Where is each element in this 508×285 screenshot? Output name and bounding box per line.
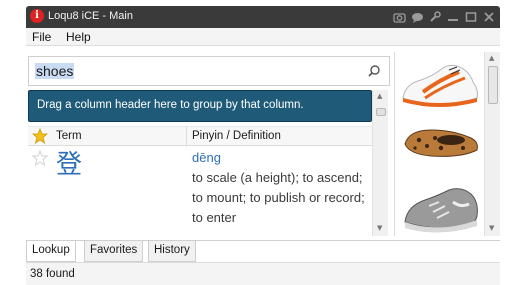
column-divider[interactable] (186, 127, 187, 147)
favorite-star-icon[interactable] (32, 150, 48, 166)
star-icon[interactable] (32, 128, 48, 144)
chat-icon[interactable] (410, 10, 424, 24)
column-header-row: Term Pinyin / Definition (28, 126, 372, 147)
title-bar: i Loqu8 iCE - Main (26, 6, 500, 28)
tab-favorites[interactable]: Favorites (84, 241, 144, 262)
lookup-pane: shoes Drag a column header here to group… (26, 52, 390, 236)
scroll-thumb[interactable] (488, 66, 498, 104)
image-scrollbar[interactable]: ▲ ▼ (484, 52, 500, 236)
scroll-thumb[interactable] (376, 108, 386, 116)
status-bar: 38 found (26, 262, 500, 285)
maximize-icon[interactable] (464, 10, 478, 24)
scroll-up-icon[interactable]: ▲ (377, 92, 382, 100)
window-title: Loqu8 iCE - Main (48, 10, 133, 22)
image-pane: ▲ ▼ (394, 52, 500, 236)
tab-lookup[interactable]: Lookup (26, 241, 76, 262)
bottom-tabs: Lookup Favorites History (26, 240, 500, 262)
menu-help[interactable]: Help (66, 30, 91, 44)
table-row[interactable]: 登 dēng to scale (a height); to ascend; t… (28, 148, 372, 236)
column-pinyin-definition[interactable]: Pinyin / Definition (192, 130, 281, 142)
camera-icon[interactable] (392, 10, 406, 24)
minimize-icon[interactable] (446, 10, 460, 24)
menu-bar: File Help (26, 28, 500, 46)
scroll-down-icon[interactable]: ▼ (377, 224, 382, 232)
close-icon[interactable] (482, 10, 496, 24)
column-term[interactable]: Term (56, 130, 82, 142)
scroll-down-icon[interactable]: ▼ (489, 224, 494, 232)
app-logo-icon: i (30, 9, 44, 23)
tab-history[interactable]: History (148, 241, 196, 262)
group-by-panel[interactable]: Drag a column header here to group by th… (28, 90, 372, 122)
definition-text: to scale (a height); to ascend; to mount… (192, 170, 365, 225)
term-text: 登 (56, 150, 83, 180)
window-controls (392, 9, 496, 25)
wrench-icon[interactable] (428, 10, 442, 24)
results-scrollbar[interactable]: ▲ ▼ (372, 90, 388, 236)
search-icon[interactable] (367, 64, 381, 78)
shoe-image-leopard-flat[interactable] (401, 120, 481, 166)
search-value[interactable]: shoes (35, 63, 75, 79)
menu-file[interactable]: File (32, 30, 51, 44)
scroll-up-icon[interactable]: ▲ (489, 54, 494, 62)
shoe-image-sneaker[interactable] (399, 58, 483, 114)
results-count: 38 found (30, 268, 75, 280)
pinyin-text: dēng (192, 150, 221, 165)
search-input[interactable]: shoes (28, 56, 390, 86)
shoe-image-gray-runner[interactable] (399, 180, 483, 236)
